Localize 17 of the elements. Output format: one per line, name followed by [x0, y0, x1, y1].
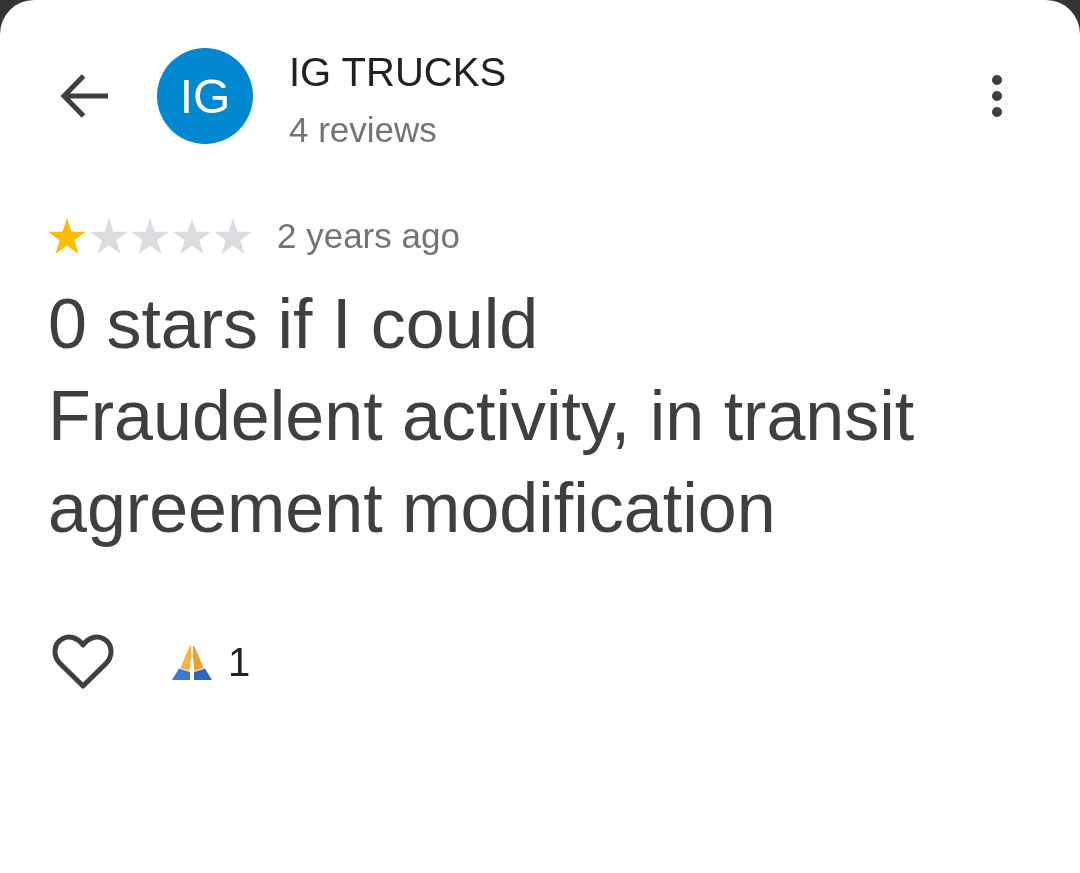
more-vertical-icon — [992, 75, 1002, 117]
star-icon — [131, 218, 169, 254]
heart-icon[interactable] — [52, 634, 114, 690]
review-count: 4 reviews — [289, 109, 437, 151]
back-button[interactable] — [60, 74, 108, 118]
review-time: 2 years ago — [277, 216, 460, 256]
star-icon — [214, 218, 252, 254]
back-arrow-icon — [60, 74, 108, 118]
star-icon — [89, 218, 128, 254]
star-icon — [48, 218, 86, 254]
praying-hands-icon — [172, 644, 212, 680]
reaction-button[interactable]: 1 — [172, 640, 251, 684]
star-icon — [172, 218, 211, 254]
avatar: IG — [157, 48, 253, 144]
review-text: 0 stars if I could Fraudelent activity, in transit agreement modification — [48, 284, 916, 549]
more-menu-button[interactable] — [992, 75, 1002, 117]
business-title: IG TRUCKS — [289, 49, 507, 96]
